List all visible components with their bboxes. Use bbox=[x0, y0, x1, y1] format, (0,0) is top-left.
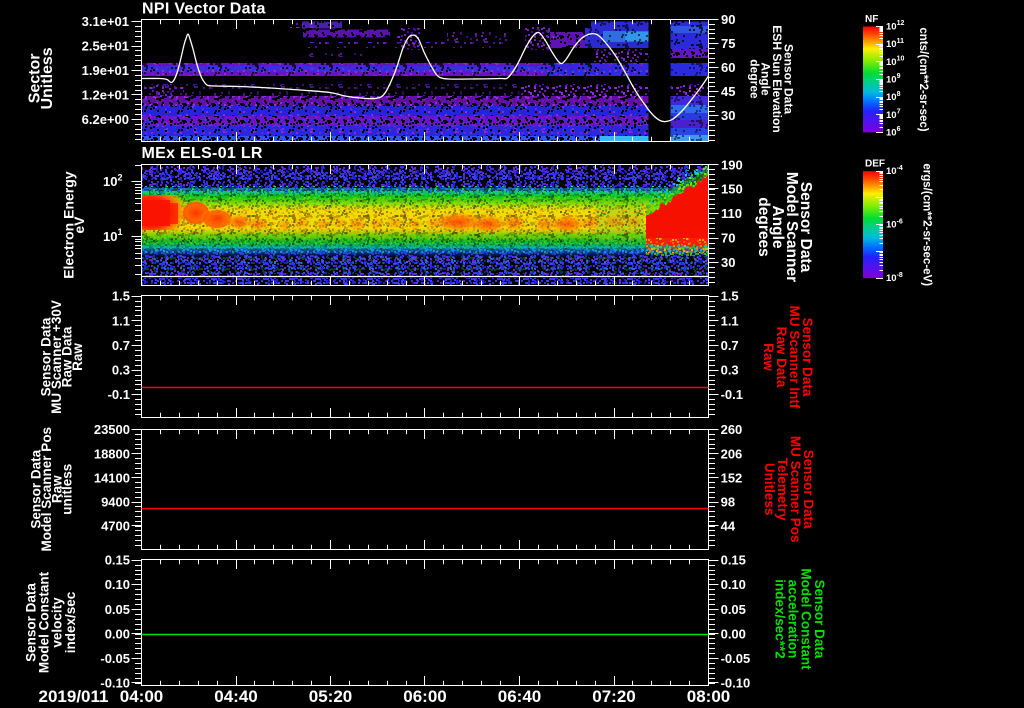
svg-text:NF: NF bbox=[865, 14, 878, 25]
svg-text:-0.1: -0.1 bbox=[108, 387, 130, 402]
svg-text:1.9e+01: 1.9e+01 bbox=[82, 63, 129, 78]
svg-text:1.5: 1.5 bbox=[721, 289, 739, 304]
svg-text:Unitless: Unitless bbox=[762, 463, 777, 516]
svg-text:260: 260 bbox=[721, 422, 743, 437]
svg-text:0.15: 0.15 bbox=[721, 553, 746, 568]
svg-text:75: 75 bbox=[721, 36, 735, 51]
svg-text:unitless: unitless bbox=[60, 464, 75, 515]
svg-text:07:20: 07:20 bbox=[592, 687, 635, 706]
svg-text:0.05: 0.05 bbox=[105, 602, 130, 617]
svg-text:0.7: 0.7 bbox=[721, 338, 739, 353]
svg-text:70: 70 bbox=[721, 231, 735, 246]
svg-text:06:40: 06:40 bbox=[498, 687, 541, 706]
svg-text:eV: eV bbox=[71, 216, 87, 234]
svg-text:0.10: 0.10 bbox=[105, 577, 130, 592]
svg-text:index/sec**2: index/sec**2 bbox=[772, 579, 787, 659]
svg-text:Raw: Raw bbox=[70, 343, 85, 371]
svg-text:1.1: 1.1 bbox=[112, 313, 130, 328]
svg-text:08:00: 08:00 bbox=[687, 687, 730, 706]
svg-text:Unitless: Unitless bbox=[39, 47, 56, 109]
svg-text:Raw: Raw bbox=[761, 343, 776, 371]
svg-text:6.2e+00: 6.2e+00 bbox=[82, 112, 129, 127]
svg-text:44: 44 bbox=[721, 518, 736, 533]
svg-text:2.5e+01: 2.5e+01 bbox=[82, 39, 129, 54]
svg-text:98: 98 bbox=[721, 495, 735, 510]
svg-text:23500: 23500 bbox=[94, 422, 130, 437]
svg-text:14100: 14100 bbox=[94, 470, 130, 485]
svg-text:0.00: 0.00 bbox=[105, 626, 130, 641]
svg-text:0.3: 0.3 bbox=[721, 363, 739, 378]
svg-text:30: 30 bbox=[721, 108, 735, 123]
svg-text:9400: 9400 bbox=[101, 495, 130, 510]
svg-text:1.2e+01: 1.2e+01 bbox=[82, 88, 129, 103]
svg-text:1.1: 1.1 bbox=[721, 313, 739, 328]
svg-text:30: 30 bbox=[721, 255, 735, 270]
svg-text:04:00: 04:00 bbox=[120, 687, 163, 706]
svg-text:DEF: DEF bbox=[865, 159, 885, 170]
svg-text:cnts/(cm**2-sr-sec): cnts/(cm**2-sr-sec) bbox=[917, 27, 929, 131]
svg-text:150: 150 bbox=[721, 182, 743, 197]
svg-text:NPI Vector Data: NPI Vector Data bbox=[142, 1, 266, 18]
svg-text:110: 110 bbox=[721, 206, 742, 221]
svg-text:index/sec: index/sec bbox=[63, 591, 78, 653]
svg-text:0.15: 0.15 bbox=[105, 553, 130, 568]
svg-text:1.5: 1.5 bbox=[112, 289, 130, 304]
svg-text:MEx ELS-01 LR: MEx ELS-01 LR bbox=[142, 145, 263, 162]
svg-text:206: 206 bbox=[721, 446, 743, 461]
svg-text:06:00: 06:00 bbox=[403, 687, 446, 706]
svg-text:3.1e+01: 3.1e+01 bbox=[82, 14, 129, 29]
svg-text:18800: 18800 bbox=[94, 446, 130, 461]
svg-text:degrees: degrees bbox=[755, 197, 772, 256]
svg-text:-0.1: -0.1 bbox=[721, 387, 743, 402]
svg-text:ergs/(cm**2-sr-sec-eV): ergs/(cm**2-sr-sec-eV) bbox=[921, 163, 933, 286]
svg-text:4700: 4700 bbox=[101, 518, 130, 533]
svg-text:2019/011: 2019/011 bbox=[39, 687, 109, 706]
svg-text:60: 60 bbox=[721, 60, 735, 75]
svg-text:0.10: 0.10 bbox=[721, 577, 746, 592]
svg-text:05:20: 05:20 bbox=[309, 687, 352, 706]
svg-text:190: 190 bbox=[721, 157, 743, 172]
svg-text:04:40: 04:40 bbox=[214, 687, 257, 706]
svg-text:45: 45 bbox=[721, 84, 735, 99]
svg-text:0.3: 0.3 bbox=[112, 363, 130, 378]
svg-text:-0.05: -0.05 bbox=[721, 651, 751, 666]
svg-text:degree: degree bbox=[747, 59, 761, 99]
svg-text:0.7: 0.7 bbox=[112, 338, 130, 353]
svg-text:152: 152 bbox=[721, 470, 743, 485]
svg-text:0.00: 0.00 bbox=[721, 626, 746, 641]
svg-text:0.05: 0.05 bbox=[721, 602, 746, 617]
svg-text:90: 90 bbox=[721, 12, 735, 27]
svg-text:-0.05: -0.05 bbox=[100, 651, 130, 666]
